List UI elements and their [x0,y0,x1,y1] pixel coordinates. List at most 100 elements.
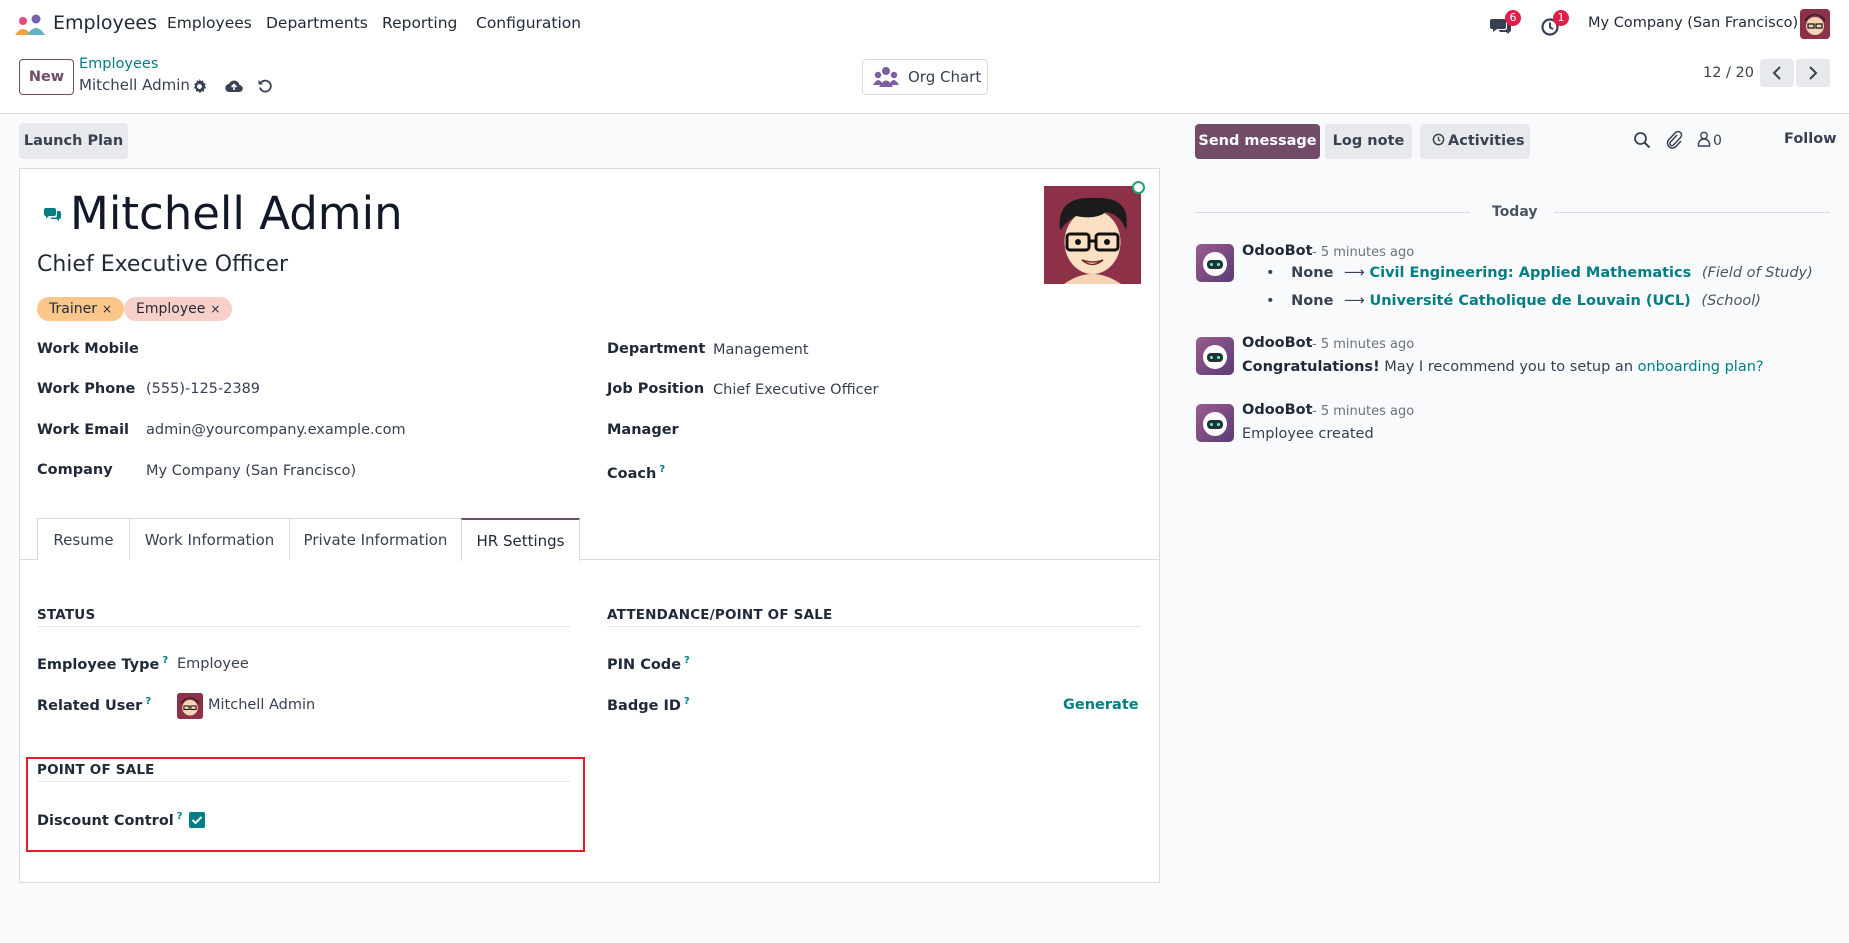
menu-configuration[interactable]: Configuration [476,14,581,32]
arrow-right-icon: ⟶ [1344,265,1365,281]
messages-button[interactable]: 6 [1488,10,1521,40]
pin-code-input[interactable] [713,656,1133,676]
close-icon[interactable]: × [210,302,220,316]
paperclip-icon[interactable] [1665,130,1683,150]
message-author[interactable]: OdooBot [1242,335,1313,351]
coach-label: Coach? [607,464,665,482]
coach-input[interactable] [713,464,1133,484]
control-panel: New Employees Mitchell Admin Org Chart 1… [0,48,1849,114]
pager-value[interactable]: 12 / 20 [1703,65,1754,81]
robot-icon [1203,412,1227,436]
search-icon[interactable] [1633,131,1651,149]
new-value: Civil Engineering: Applied Mathematics [1369,265,1692,281]
activities-label: Activities [1448,133,1525,149]
department-label: Department [607,341,706,357]
message-time: - 5 minutes ago [1312,245,1415,260]
help-icon[interactable]: ? [684,696,690,707]
log-note-button[interactable]: Log note [1325,124,1412,159]
activities-button[interactable]: Activities [1420,124,1530,159]
close-icon[interactable]: × [102,302,112,316]
badge-id-label-text: Badge ID [607,697,681,714]
odoobot-avatar[interactable] [1196,337,1234,375]
company-label: Company [37,462,113,478]
employees-app-icon[interactable] [14,14,46,36]
status-divider [37,626,571,627]
help-icon[interactable]: ? [145,696,151,707]
onboarding-plan-link[interactable]: onboarding plan? [1638,359,1764,375]
employee-type-select[interactable]: Employee [177,656,249,672]
related-user-avatar [177,693,203,719]
message-body: Employee created [1242,426,1374,442]
message-time: - 5 minutes ago [1312,337,1415,352]
help-icon[interactable]: ? [659,464,665,475]
launch-plan-button[interactable]: Launch Plan [19,123,128,159]
discard-icon[interactable] [257,78,273,94]
discount-control-label: Discount Control? [37,811,183,829]
message-bold: Congratulations! [1242,359,1380,375]
work-phone-label: Work Phone [37,381,136,397]
related-user-input[interactable]: Mitchell Admin [208,697,315,713]
bullet-icon: • [1266,293,1275,309]
org-chart-label: Org Chart [908,68,982,86]
menu-employees[interactable]: Employees [167,14,252,32]
tab-work-information[interactable]: Work Information [129,518,290,560]
odoobot-avatar[interactable] [1196,404,1234,442]
message-author[interactable]: OdooBot [1242,243,1313,259]
tag-trainer[interactable]: Trainer × [37,297,125,321]
org-chart-icon [873,67,899,87]
manager-input[interactable] [713,422,1133,442]
department-input[interactable]: Management [713,342,809,358]
related-user-label-text: Related User [37,697,143,714]
activities-button[interactable]: 1 [1538,10,1569,40]
send-message-button[interactable]: Send message [1195,124,1320,159]
message-body: Congratulations! May I recommend you to … [1242,359,1764,375]
chat-bubbles-icon[interactable] [44,206,62,222]
company-switcher[interactable]: My Company (San Francisco) [1588,15,1798,31]
help-icon[interactable]: ? [177,811,183,822]
old-value: None [1291,293,1334,309]
chevron-left-icon [1772,66,1781,80]
date-separator: Today [1492,204,1538,220]
presence-status-icon [1132,181,1145,194]
help-icon[interactable]: ? [162,655,168,666]
job-title[interactable]: Chief Executive Officer [37,252,288,277]
employee-name[interactable]: Mitchell Admin [70,186,403,242]
badge-id-input[interactable] [713,697,1043,717]
work-email-label: Work Email [37,422,130,438]
save-cloud-icon[interactable] [225,78,243,94]
pos-section-title: POINT OF SALE [37,762,155,778]
tab-resume[interactable]: Resume [37,518,130,560]
employee-photo[interactable] [1044,186,1141,284]
tab-hr-settings[interactable]: HR Settings [461,518,580,561]
odoobot-avatar[interactable] [1196,244,1234,282]
followers-button[interactable]: 0 [1697,131,1722,149]
org-chart-button[interactable]: Org Chart [862,59,988,95]
message-author[interactable]: OdooBot [1242,402,1313,418]
work-phone-input[interactable]: (555)-125-2389 [146,381,260,397]
follow-button[interactable]: Follow [1784,131,1837,147]
discount-control-checkbox[interactable] [189,812,205,828]
pos-divider [37,781,571,782]
job-position-input[interactable]: Chief Executive Officer [713,382,878,398]
menu-reporting[interactable]: Reporting [382,14,457,32]
work-mobile-input[interactable] [146,341,566,361]
user-avatar[interactable] [1800,9,1830,39]
gear-icon[interactable] [192,79,207,94]
pager-next-button[interactable] [1796,59,1830,87]
user-avatar-icon [177,693,203,719]
breadcrumb-employees[interactable]: Employees [79,56,158,72]
app-name[interactable]: Employees [53,12,157,34]
pager-previous-button[interactable] [1760,59,1794,87]
tag-employee[interactable]: Employee × [124,297,233,321]
company-input[interactable]: My Company (San Francisco) [146,463,356,479]
followers-count: 0 [1713,133,1722,149]
menu-departments[interactable]: Departments [266,14,368,32]
bullet-icon: • [1266,265,1275,281]
manager-label: Manager [607,422,679,438]
help-icon[interactable]: ? [684,655,690,666]
generate-badge-button[interactable]: Generate [1063,697,1139,713]
new-button[interactable]: New [19,59,74,95]
tab-private-information[interactable]: Private Information [289,518,462,560]
work-email-input[interactable]: admin@yourcompany.example.com [146,422,406,438]
breadcrumb-current: Mitchell Admin [79,76,190,94]
